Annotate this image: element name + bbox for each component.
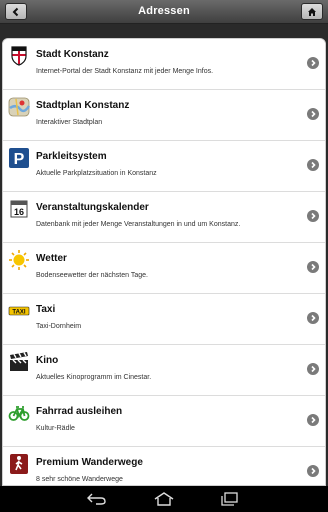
home-nav-icon — [154, 492, 174, 506]
calendar-icon: 16 — [10, 200, 28, 218]
back-nav-button[interactable] — [86, 490, 108, 508]
item-name: Fahrrad ausleihen — [36, 406, 123, 417]
home-nav-button[interactable] — [152, 490, 176, 508]
taxi-icon: TAXI — [8, 306, 30, 316]
home-icon — [308, 7, 316, 16]
list-item-parkleitsystem[interactable]: P Parkleitsystem Aktuelle Parkplatzsitua… — [3, 141, 325, 192]
address-list: Stadt Konstanz Internet-Portal der Stadt… — [2, 38, 326, 486]
calendar-day: 16 — [14, 207, 24, 217]
list-item-fahrrad[interactable]: Fahrrad ausleihen Kultur-Rädle — [3, 396, 325, 447]
back-nav-icon — [87, 493, 106, 505]
item-description: Datenbank mit jeder Menge Veranstaltunge… — [36, 221, 241, 228]
sun-icon — [9, 250, 29, 270]
item-description: Taxi-Dornheim — [36, 323, 82, 330]
bicycle-icon — [8, 406, 30, 421]
chevron-right-icon[interactable] — [307, 312, 319, 324]
list-item-wanderwege[interactable]: Premium Wanderwege 8 sehr schöne Wanderw… — [3, 447, 325, 485]
chevron-right-icon[interactable] — [307, 159, 319, 171]
item-description: Kultur-Rädle — [36, 425, 75, 432]
list-item-wetter[interactable]: Wetter Bodenseewetter der nächsten Tage. — [3, 243, 325, 294]
hiking-icon — [10, 454, 28, 474]
list-item-veranstaltungskalender[interactable]: 16 Veranstaltungskalender Datenbank mit … — [3, 192, 325, 243]
taxi-sign-label: TAXI — [12, 310, 26, 316]
item-description: Internet-Portal der Stadt Konstanz mit j… — [36, 68, 214, 75]
item-name: Veranstaltungskalender — [36, 202, 149, 213]
map-icon — [8, 97, 30, 117]
chevron-right-icon[interactable] — [307, 210, 319, 222]
list-item-taxi[interactable]: TAXI Taxi Taxi-Dornheim — [3, 294, 325, 345]
item-name: Stadt Konstanz — [36, 49, 109, 60]
svg-text:P: P — [14, 151, 25, 168]
home-button[interactable] — [301, 3, 323, 20]
chevron-right-icon[interactable] — [307, 108, 319, 120]
item-description: 8 sehr schöne Wanderwege — [36, 476, 123, 483]
chevron-right-icon[interactable] — [307, 465, 319, 477]
item-name: Premium Wanderwege — [36, 457, 143, 468]
item-description: Aktuelles Kinoprogramm im Cinestar. — [36, 374, 152, 381]
item-name: Wetter — [36, 253, 67, 264]
item-name: Taxi — [36, 304, 56, 315]
item-name: Kino — [36, 355, 59, 366]
chevron-right-icon[interactable] — [307, 414, 319, 426]
chevron-right-icon[interactable] — [307, 261, 319, 273]
item-name: Stadtplan Konstanz — [36, 100, 130, 111]
list-item-kino[interactable]: Kino Aktuelles Kinoprogramm im Cinestar. — [3, 345, 325, 396]
page-title: Adressen — [138, 5, 190, 17]
recents-nav-icon — [221, 492, 238, 506]
list-item-stadtplan[interactable]: Stadtplan Konstanz Interaktiver Stadtpla… — [3, 90, 325, 141]
title-bar: Adressen — [0, 0, 328, 24]
chevron-right-icon[interactable] — [307, 363, 319, 375]
city-crest-icon — [11, 46, 27, 66]
system-navigation-bar — [0, 486, 328, 512]
item-description: Bodenseewetter der nächsten Tage. — [36, 272, 148, 279]
chevron-right-icon[interactable] — [307, 57, 319, 69]
clapperboard-icon — [10, 352, 28, 371]
item-name: Parkleitsystem — [36, 151, 107, 162]
item-description: Interaktiver Stadtplan — [36, 119, 103, 126]
recents-nav-button[interactable] — [218, 490, 240, 508]
parking-icon: P — [9, 148, 29, 168]
list-item-stadt-konstanz[interactable]: Stadt Konstanz Internet-Portal der Stadt… — [3, 39, 325, 90]
item-description: Aktuelle Parkplatzsituation in Konstanz — [36, 170, 157, 177]
